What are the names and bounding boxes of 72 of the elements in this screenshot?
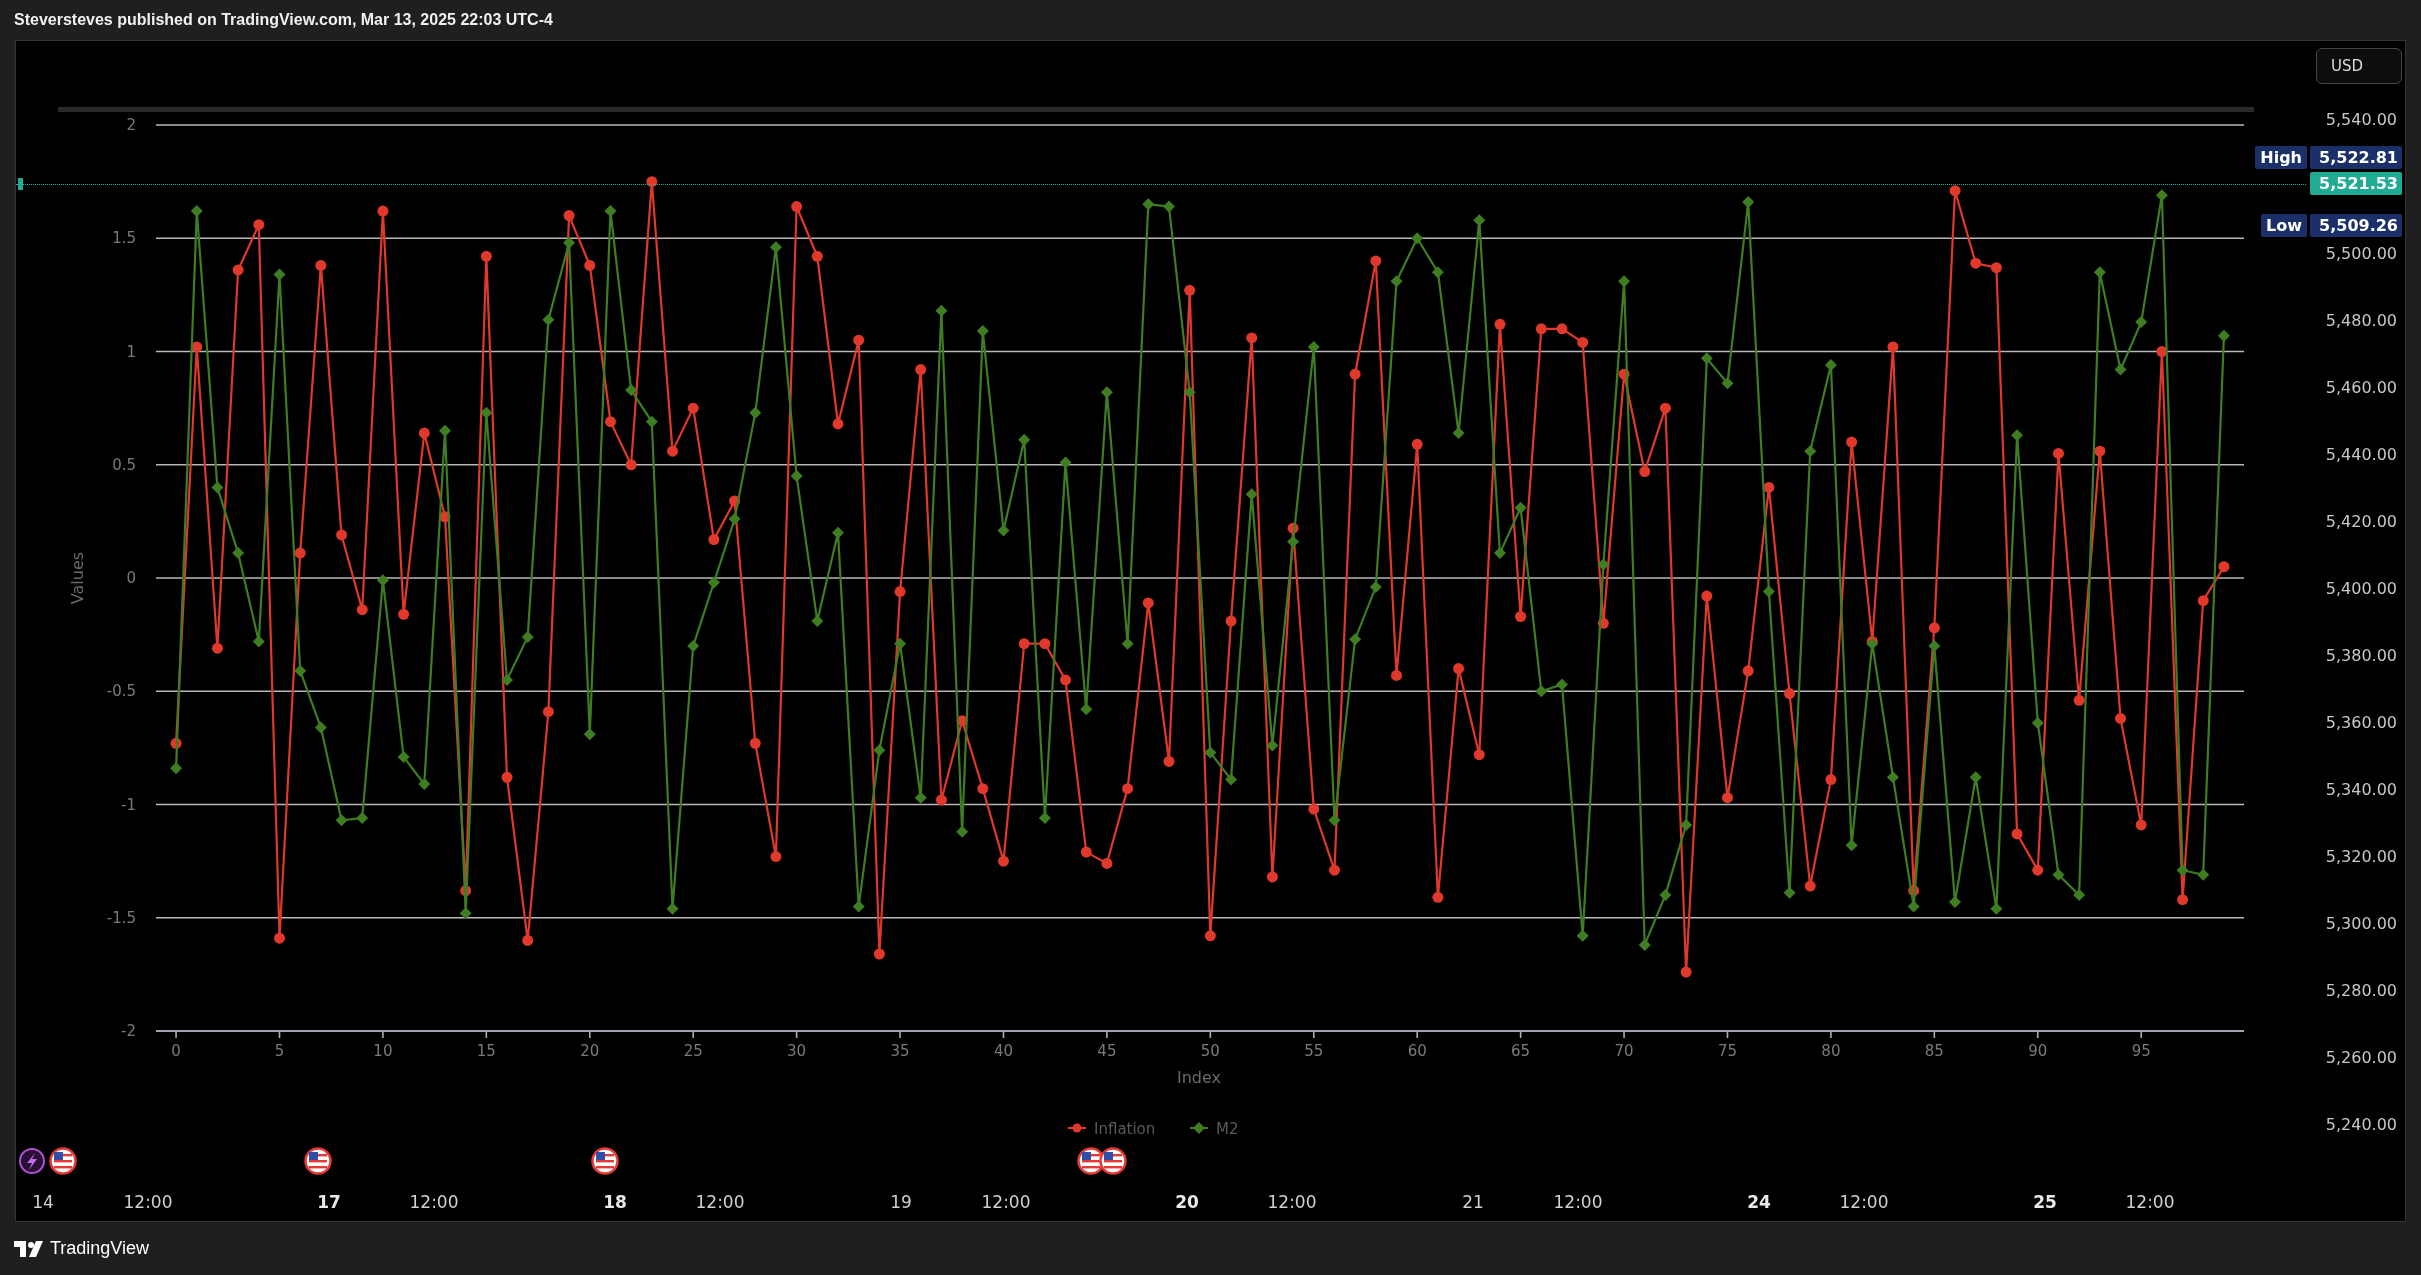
time-label: 12:00 bbox=[123, 1192, 173, 1212]
price-label: 5,500.00 bbox=[2325, 243, 2397, 265]
price-label: 5,340.00 bbox=[2325, 779, 2397, 801]
x-tick-label: 25 bbox=[683, 1042, 703, 1060]
price-label: 5,300.00 bbox=[2325, 913, 2397, 935]
x-tick-label: 55 bbox=[1304, 1042, 1324, 1060]
time-label: 19 bbox=[890, 1192, 912, 1212]
price-badge: 5,509.26 bbox=[2310, 214, 2402, 237]
brand-name[interactable]: TradingView bbox=[50, 1238, 150, 1259]
x-tick-label: 40 bbox=[993, 1042, 1014, 1060]
x-tick-label: 30 bbox=[787, 1042, 807, 1060]
y-tick-label: 0.5 bbox=[112, 455, 136, 474]
price-label: 5,280.00 bbox=[2325, 980, 2397, 1002]
legend-label: Inflation bbox=[1094, 1120, 1156, 1138]
price-badge: 5,521.53 bbox=[2310, 172, 2402, 195]
x-axis-title: Index bbox=[1177, 1068, 1221, 1087]
low-label: Low bbox=[2261, 214, 2307, 237]
price-label: 5,400.00 bbox=[2325, 578, 2397, 600]
time-label: 24 bbox=[1747, 1192, 1771, 1212]
time-label: 12:00 bbox=[2125, 1192, 2175, 1212]
time-label: 21 bbox=[1462, 1192, 1484, 1212]
x-tick-label: 90 bbox=[2028, 1042, 2048, 1060]
x-tick-label: 65 bbox=[1511, 1042, 1531, 1060]
x-tick-label: 85 bbox=[1924, 1042, 1944, 1060]
y-tick-label: -1 bbox=[121, 795, 136, 814]
time-label: 14 bbox=[32, 1192, 54, 1212]
y-tick-label: 2 bbox=[126, 116, 136, 134]
time-label: 12:00 bbox=[1839, 1192, 1889, 1212]
y-tick-label: 1 bbox=[126, 342, 136, 361]
price-label: 5,380.00 bbox=[2325, 645, 2397, 667]
currency-button[interactable]: USD bbox=[2316, 48, 2402, 84]
price-label: 5,420.00 bbox=[2325, 511, 2397, 533]
y-tick-label: 1.5 bbox=[112, 229, 136, 248]
price-label: 5,240.00 bbox=[2325, 1114, 2397, 1136]
price-label: 5,320.00 bbox=[2325, 846, 2397, 868]
price-label: 5,540.00 bbox=[2325, 109, 2397, 131]
price-label: 5,440.00 bbox=[2325, 444, 2397, 466]
price-label: 5,260.00 bbox=[2325, 1047, 2397, 1069]
x-tick-label: 0 bbox=[171, 1042, 181, 1060]
price-label: 5,460.00 bbox=[2325, 377, 2397, 399]
time-label: 25 bbox=[2033, 1192, 2057, 1212]
y-axis-title: Values bbox=[68, 551, 87, 605]
time-label: 20 bbox=[1175, 1192, 1199, 1212]
x-tick-label: 60 bbox=[1407, 1042, 1427, 1060]
y-tick-label: -0.5 bbox=[106, 682, 136, 701]
publish-info: Steversteves published on TradingView.com, Mar 13, 2025 22:03 UTC-4 bbox=[14, 11, 553, 29]
x-tick-label: 50 bbox=[1200, 1042, 1220, 1060]
high-label: High bbox=[2255, 146, 2307, 169]
y-tick-label: -2 bbox=[121, 1022, 136, 1040]
x-tick-label: 80 bbox=[1821, 1042, 1841, 1060]
time-label: 12:00 bbox=[695, 1192, 745, 1212]
x-tick-label: 70 bbox=[1614, 1042, 1634, 1060]
time-label: 12:00 bbox=[981, 1192, 1031, 1212]
time-label: 12:00 bbox=[409, 1192, 459, 1212]
time-label: 17 bbox=[317, 1192, 341, 1212]
time-label: 18 bbox=[603, 1192, 627, 1212]
x-tick-label: 15 bbox=[476, 1042, 496, 1060]
price-label: 5,480.00 bbox=[2325, 310, 2397, 332]
y-tick-label: -1.5 bbox=[106, 908, 136, 927]
x-tick-label: 10 bbox=[373, 1042, 393, 1060]
y-tick-label: 0 bbox=[126, 569, 136, 587]
x-tick-label: 5 bbox=[274, 1042, 285, 1060]
time-label: 12:00 bbox=[1553, 1192, 1603, 1212]
x-tick-label: 20 bbox=[580, 1042, 600, 1060]
x-tick-label: 45 bbox=[1097, 1042, 1117, 1060]
price-label: 5,360.00 bbox=[2325, 712, 2397, 734]
x-tick-label: 75 bbox=[1717, 1042, 1738, 1060]
time-label: 12:00 bbox=[1267, 1192, 1317, 1212]
price-badge: 5,522.81 bbox=[2310, 146, 2402, 169]
x-tick-label: 35 bbox=[890, 1042, 910, 1060]
legend-label: M2 bbox=[1216, 1120, 1239, 1138]
x-tick-label: 95 bbox=[2131, 1042, 2151, 1060]
